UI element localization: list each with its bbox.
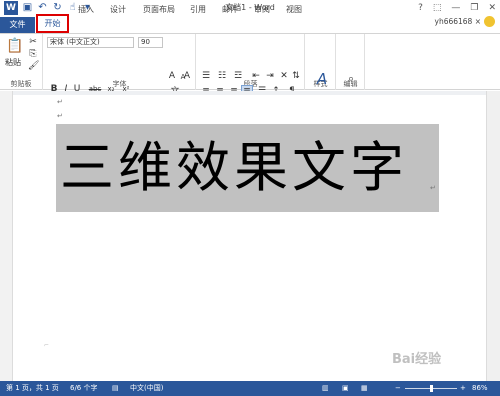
sort-icon[interactable]: ⇅	[291, 71, 301, 81]
ribbon: 📋 粘贴 ✂ ⎘ 🖌 剪贴板 字体 宋体 (中文正文) 90 A A B I U…	[0, 33, 500, 123]
language[interactable]: 中文(中国)	[130, 381, 163, 396]
selected-text[interactable]: 三维效果文字	[56, 124, 439, 212]
page-count[interactable]: 第 1 页，共 1 页	[6, 381, 59, 396]
paragraph-group: 段落	[197, 34, 305, 90]
watermark: Bai经验	[392, 352, 442, 367]
minimize-icon[interactable]: —	[451, 3, 460, 13]
paragraph-mark: ↵	[57, 112, 63, 120]
format-painter-icon[interactable]: 🖌	[28, 61, 39, 71]
cut-icon[interactable]: ✂	[28, 37, 38, 47]
tab-review[interactable]: 审阅	[254, 2, 270, 17]
copy-icon[interactable]: ⎘	[28, 49, 38, 59]
tab-home[interactable]: 开始	[36, 14, 69, 33]
zoom-out-icon[interactable]: −	[395, 381, 401, 396]
page-corner-mark: ⌐	[44, 342, 50, 349]
user-name: yh666168 ×	[434, 17, 482, 26]
proofing-icon[interactable]: ▤	[112, 381, 119, 396]
tab-file[interactable]: 文件	[0, 17, 35, 33]
increase-indent-icon[interactable]: ⇥	[264, 71, 276, 81]
styles-icon[interactable]: A	[313, 71, 331, 87]
clipboard-group: 📋 粘贴 ✂ ⎘ 🖌 剪贴板	[0, 34, 43, 90]
help-icon[interactable]: ?	[418, 3, 423, 13]
find-icon[interactable]: ⌕	[344, 72, 358, 86]
zoom-slider-thumb[interactable]	[430, 385, 433, 392]
bullets-icon[interactable]: ☰	[200, 71, 212, 81]
paste-icon[interactable]: 📋	[6, 38, 23, 54]
ribbon-tabs	[0, 15, 500, 32]
clipboard-group-label: 剪贴板	[10, 80, 32, 88]
left-ruler	[0, 91, 13, 381]
chinese-layout-icon[interactable]: ✕	[278, 71, 290, 81]
tab-page-layout[interactable]: 页面布局	[143, 2, 175, 17]
multilevel-list-icon[interactable]: ☲	[232, 71, 244, 81]
avatar	[484, 16, 495, 27]
tab-view[interactable]: 视图	[286, 2, 302, 17]
vertical-scrollbar[interactable]	[486, 91, 500, 381]
grow-font-icon[interactable]: A	[167, 71, 177, 81]
font-name-combobox[interactable]: 宋体 (中文正文)	[47, 37, 134, 48]
decrease-indent-icon[interactable]: ⇤	[250, 71, 262, 81]
ribbon-display-icon[interactable]: ⬚	[433, 3, 442, 13]
paragraph-mark: ↵	[57, 98, 63, 106]
title-bar: W ▣ ↶ ↻ ☝ ▾ 文档1 - Word ? ⬚ — ❐ ✕	[0, 0, 500, 15]
close-icon[interactable]: ✕	[488, 3, 496, 13]
clear-format-icon[interactable]: A	[182, 71, 192, 81]
numbering-icon[interactable]: ☷	[216, 71, 228, 81]
paragraph-mark: ↵	[430, 184, 436, 192]
tab-references[interactable]: 引用	[190, 2, 206, 17]
tab-design[interactable]: 设计	[110, 2, 126, 17]
window-controls: ? ⬚ — ❐ ✕	[418, 0, 496, 15]
zoom-in-icon[interactable]: +	[460, 381, 466, 396]
tab-mailings[interactable]: 邮件	[222, 2, 238, 17]
user-account[interactable]: yh666168 ×	[434, 16, 495, 27]
paste-button[interactable]: 粘贴	[2, 58, 24, 68]
word-count[interactable]: 6/6 个字	[70, 381, 98, 396]
read-mode-icon[interactable]: ▥	[322, 381, 329, 396]
print-layout-icon[interactable]: ▣	[342, 381, 349, 396]
restore-icon[interactable]: ❐	[470, 3, 478, 13]
tab-insert[interactable]: 插入	[78, 2, 94, 17]
web-layout-icon[interactable]: ▦	[361, 381, 368, 396]
zoom-level[interactable]: 86%	[472, 381, 488, 396]
font-size-combobox[interactable]: 90	[138, 37, 163, 48]
